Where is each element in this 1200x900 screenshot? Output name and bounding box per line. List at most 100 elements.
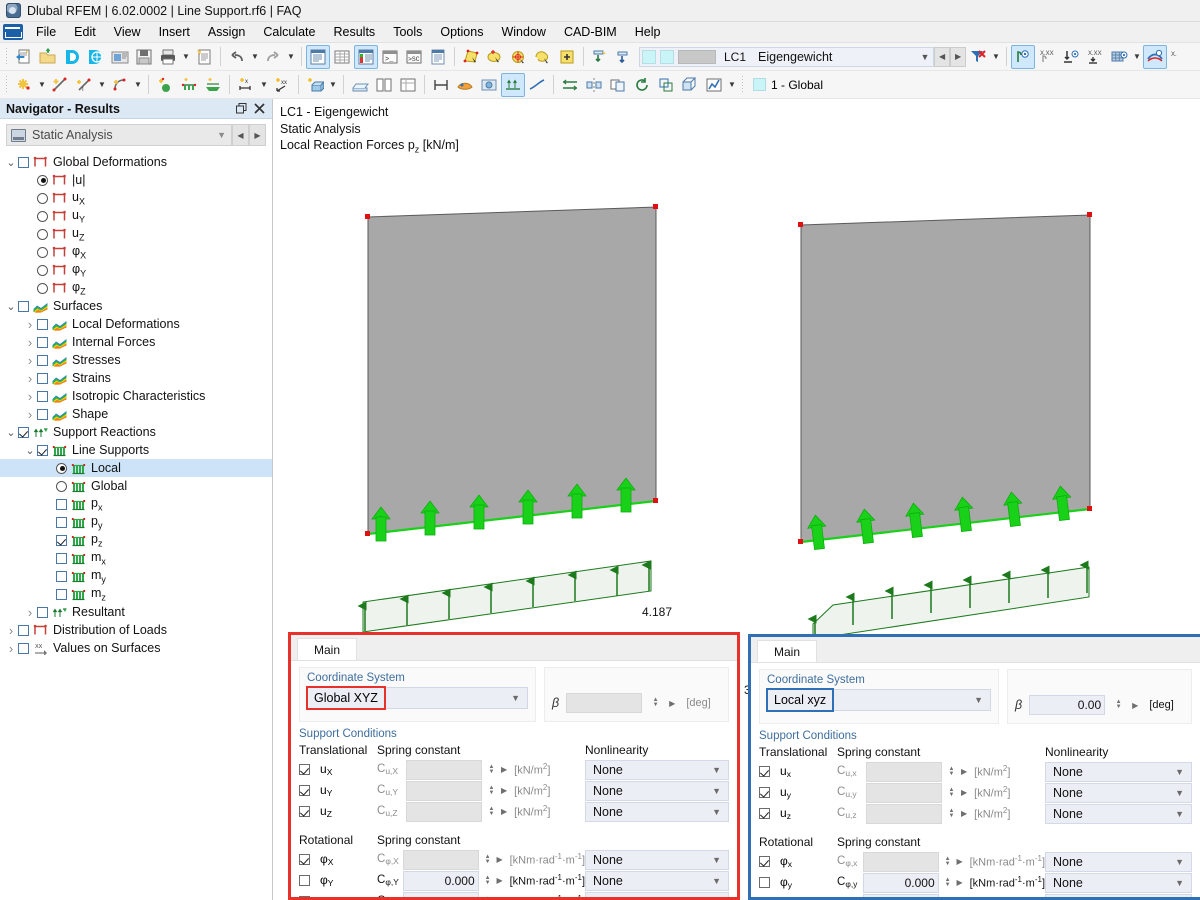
hide-result-values-button[interactable]: X.XX [1035,45,1059,69]
align-objects-button[interactable] [558,73,582,97]
spring-spinner[interactable]: ▲▼ [944,856,952,867]
table-view-button[interactable] [396,73,420,97]
tree-radio[interactable] [56,480,67,492]
nonlinearity-combo[interactable]: None ▼ [1045,782,1192,803]
tree-checkbox[interactable] [56,570,67,582]
toolbar2-grip[interactable] [5,75,9,94]
menu-help[interactable]: Help [626,23,670,41]
new-nodal-load-button[interactable]: x [234,73,258,97]
close-icon[interactable] [250,100,268,118]
tree-item[interactable]: · mx [0,549,272,567]
spring-constant-input[interactable] [406,801,482,822]
spring-constant-input[interactable] [866,803,942,824]
spring-spinner[interactable]: ▲▼ [484,896,492,898]
new-node-button[interactable] [12,73,36,97]
save-button[interactable] [132,45,156,69]
toolbar2-grip-2[interactable] [741,75,745,94]
scale-objects-button[interactable] [654,73,678,97]
dof-checkbox[interactable] [759,787,770,798]
select-ellipse-button[interactable] [483,45,507,69]
extrude-button[interactable] [678,73,702,97]
dof-checkbox[interactable] [299,785,310,796]
menu-cad-bim[interactable]: CAD-BIM [555,23,626,41]
menu-options[interactable]: Options [431,23,492,41]
new-nodal-load-caret[interactable]: ▼ [258,73,270,97]
spring-expand-arrow[interactable]: ▶ [961,767,967,776]
tree-item[interactable]: ⌄ Support Reactions [0,423,272,441]
spring-expand-arrow[interactable]: ▶ [956,878,962,887]
new-line-load-button[interactable]: xx [270,73,294,97]
beta-expand-arrow-right[interactable]: ▶ [1132,701,1138,710]
tree-item[interactable]: · uX [0,189,272,207]
previous-load-case-button[interactable]: ◀ [934,46,951,67]
expander-expand-icon[interactable]: › [23,317,37,332]
spring-expand-arrow[interactable]: ▶ [501,765,507,774]
print-dropdown-caret[interactable]: ▼ [180,45,192,69]
chevron-down-icon[interactable]: ▼ [712,897,721,898]
tree-item[interactable]: · φZ [0,279,272,297]
spring-spinner[interactable]: ▲▼ [484,875,492,886]
model-cloud-button[interactable] [84,45,108,69]
tree-checkbox[interactable] [37,372,48,384]
tree-checkbox[interactable] [37,606,48,618]
tree-checkbox[interactable] [37,336,48,348]
expander-collapse-icon[interactable]: ⌄ [4,300,18,313]
beta-input-left[interactable] [566,693,643,713]
tree-checkbox[interactable] [56,516,67,528]
show-result-values-button[interactable] [1011,44,1036,69]
spring-constant-input[interactable]: 0.000 [402,891,479,897]
open-file-button[interactable] [36,45,60,69]
redo-button[interactable] [261,45,285,69]
printout-report-button[interactable] [192,45,216,69]
print-button[interactable] [156,45,180,69]
load-case-selector[interactable]: LC1 Eigengewicht ▼ [639,46,935,67]
new-line-button[interactable] [48,73,72,97]
coordinate-system-chip[interactable]: 1 - Global [748,78,823,92]
tree-item[interactable]: › Internal Forces [0,333,272,351]
beta-expand-arrow-left[interactable]: ▶ [669,699,675,708]
chart-button[interactable] [702,73,726,97]
chevron-down-icon[interactable]: ▼ [712,807,721,817]
chevron-down-icon[interactable]: ▼ [712,765,721,775]
tree-item[interactable]: › XX Values on Surfaces [0,639,272,657]
expander-expand-icon[interactable]: › [23,389,37,404]
dof-checkbox[interactable] [299,875,310,886]
tree-item[interactable]: › Stresses [0,351,272,369]
spring-constant-input[interactable] [406,780,482,801]
tree-checkbox[interactable] [56,588,67,600]
tree-item[interactable]: · |u| [0,171,272,189]
spring-constant-input[interactable]: 0.000 [402,870,479,891]
expander-expand-icon[interactable]: › [4,623,18,638]
tree-checkbox[interactable] [18,642,29,654]
analysis-type-combo[interactable]: Static Analysis ▼ [6,124,232,146]
new-model-button[interactable] [12,45,36,69]
tree-item[interactable]: › Distribution of Loads [0,621,272,639]
expander-expand-icon[interactable]: › [23,371,37,386]
new-surface-button[interactable] [108,73,132,97]
chart-dropdown-caret[interactable]: ▼ [726,73,738,97]
undo-dropdown-caret[interactable]: ▼ [249,45,261,69]
spring-spinner[interactable]: ▲▼ [947,766,956,777]
new-surface-caret[interactable]: ▼ [132,73,144,97]
dof-checkbox[interactable] [299,896,310,897]
beta-input-right[interactable]: 0.00 [1029,695,1106,715]
nonlinearity-combo[interactable]: None ▼ [585,891,729,898]
dof-checkbox[interactable] [759,808,770,819]
tree-item[interactable]: ⌄ Line Supports [0,441,272,459]
tree-item[interactable]: · mz [0,585,272,603]
menu-view[interactable]: View [105,23,150,41]
menu-file[interactable]: File [27,23,65,41]
tree-checkbox[interactable] [37,354,48,366]
add-selection-button[interactable] [555,45,579,69]
tree-checkbox[interactable] [18,156,29,168]
tree-radio[interactable] [37,174,48,186]
tree-radio[interactable] [56,462,67,474]
spring-spinner[interactable]: ▲▼ [484,854,492,865]
nonlinearity-combo[interactable]: None ▼ [1045,851,1192,872]
tree-item[interactable]: › Isotropic Characteristics [0,387,272,405]
tree-checkbox[interactable] [56,498,67,510]
restore-window-icon[interactable] [232,100,250,118]
tree-checkbox[interactable] [56,552,67,564]
new-surface-support-button[interactable] [201,73,225,97]
coordinate-system-value-right[interactable]: Local xyz [765,688,835,712]
